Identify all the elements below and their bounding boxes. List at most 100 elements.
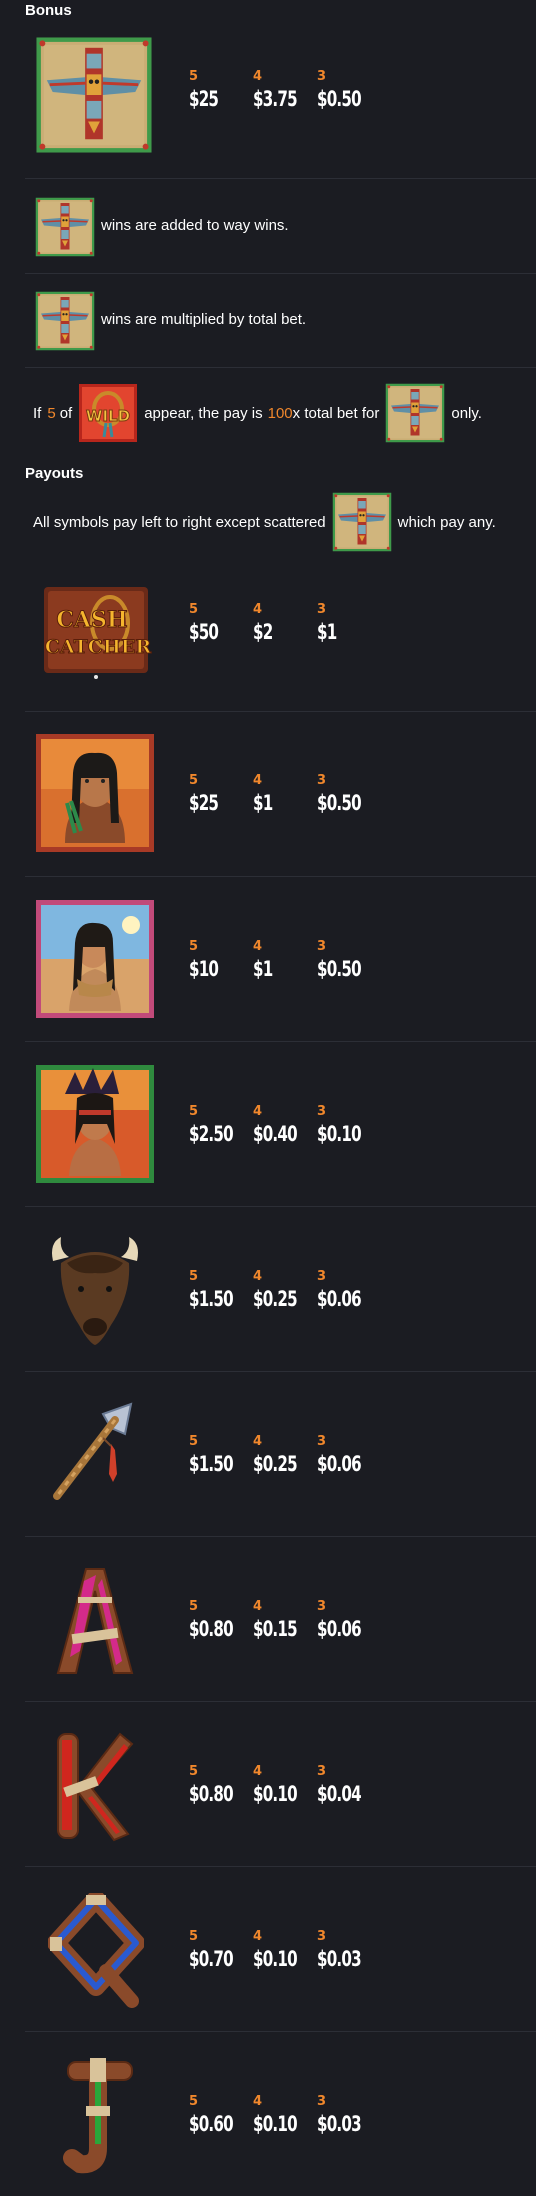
count-5: 5 (189, 939, 199, 954)
symbol-pays: 5 $0.80 4 $0.15 3 $0.06 (189, 1598, 381, 1642)
count-5: 5 (189, 1599, 199, 1614)
pay-3: $1 (317, 620, 337, 644)
symbol-pays: 5 $25 4 $1 3 $0.50 (189, 772, 381, 816)
logo-line2: CATCHER (45, 636, 152, 658)
letter-a-log-icon (56, 1568, 134, 1674)
rule-scatter-post: which pay any. (397, 513, 496, 531)
pay-4: $1 (253, 957, 273, 981)
pay-5: $10 (189, 957, 219, 981)
count-3: 3 (317, 1764, 327, 1779)
count-4: 4 (253, 602, 263, 617)
symbol-pays: 5 $1.50 4 $0.25 3 $0.06 (189, 1268, 381, 1312)
count-5: 5 (189, 1434, 199, 1449)
symbol-pays: 5 $10 4 $1 3 $0.50 (189, 938, 381, 982)
divider (25, 1701, 536, 1702)
bonus-paytable: 5 $25 4 $3.75 3 $0.50 (189, 68, 381, 112)
count-4: 4 (253, 939, 263, 954)
count-4: 4 (253, 773, 263, 788)
divider (25, 1041, 536, 1042)
paytable-row-warrior: 5 $2.50 4 $0.40 3 $0.10 (0, 1060, 536, 1220)
count-3: 3 (317, 939, 327, 954)
pay-5: $25 (189, 791, 219, 815)
logo-line1: CASH (56, 607, 127, 633)
count-3: 3 (317, 1434, 327, 1449)
count-5: 5 (189, 1269, 199, 1284)
rule-five-post: x total bet for (292, 404, 380, 422)
pay-4: $0.10 (253, 1947, 298, 1971)
pay-4: $0.15 (253, 1617, 298, 1641)
pay-4: $0.10 (253, 2112, 298, 2136)
count-4: 4 (253, 1434, 263, 1449)
count-3: 3 (317, 602, 327, 617)
paytable-row-tomahawk: 5 $1.50 4 $0.25 3 $0.06 (0, 1390, 536, 1550)
rule-five-mid: appear, the pay is (144, 404, 263, 422)
rule-five-pre: If (33, 404, 42, 422)
pay-4: $0.40 (253, 1122, 298, 1146)
divider (25, 1371, 536, 1372)
divider (25, 1536, 536, 1537)
pay-4: $1 (253, 791, 273, 815)
pay-4: $0.25 (253, 1452, 298, 1476)
chief-portrait-icon (36, 734, 154, 852)
pay-5: $1.50 (189, 1452, 234, 1476)
warrior-portrait-icon (36, 1065, 154, 1183)
count-3: 3 (317, 773, 327, 788)
count-3: 3 (317, 1269, 327, 1284)
paytable-row-letter-q: 5 $0.70 4 $0.10 3 $0.03 (0, 1885, 536, 2045)
pay-5: $0.70 (189, 1947, 234, 1971)
symbol-pays: 5 $0.70 4 $0.10 3 $0.03 (189, 1928, 381, 1972)
divider (25, 876, 536, 877)
rule-five-wild: If 5 of WILD appear, the pay is 100 x to… (33, 383, 482, 443)
letter-k-log-icon (57, 1732, 134, 1842)
divider (25, 1866, 536, 1867)
bonus-pay-3: $0.50 (317, 87, 362, 111)
rule-five-end: only. (451, 404, 482, 422)
count-4: 4 (253, 1764, 263, 1779)
letter-j-log-icon (63, 2058, 133, 2174)
divider (25, 178, 536, 179)
totem-bonus-icon (35, 291, 95, 351)
count-4: 4 (253, 1269, 263, 1284)
totem-bonus-icon (385, 383, 445, 443)
rule-five-mult: 100 (267, 404, 293, 422)
wild-label: WILD (86, 407, 130, 425)
paytable-row-letter-k: 5 $0.80 4 $0.10 3 $0.04 (0, 1720, 536, 1880)
rule-five-num: 5 (47, 404, 56, 422)
paytable-row-buffalo: 5 $1.50 4 $0.25 3 $0.06 (0, 1225, 536, 1385)
pay-3: $0.06 (317, 1452, 362, 1476)
pay-3: $0.50 (317, 791, 362, 815)
pay-3: $0.06 (317, 1287, 362, 1311)
count-4: 4 (253, 1104, 263, 1119)
pay-5: $50 (189, 620, 219, 644)
count-5: 5 (189, 1929, 199, 1944)
pay-4: $2 (253, 620, 273, 644)
totem-bonus-icon (332, 492, 392, 552)
pay-3: $0.06 (317, 1617, 362, 1641)
wild-icon: WILD (79, 384, 138, 442)
pay-3: $0.03 (317, 1947, 362, 1971)
count-5: 5 (189, 602, 199, 617)
count-3: 3 (317, 1104, 327, 1119)
totem-bonus-icon (35, 197, 95, 257)
pay-3: $0.03 (317, 2112, 362, 2136)
count-3: 3 (317, 1599, 327, 1614)
symbol-pays: 5 $50 4 $2 3 $1 (189, 601, 381, 645)
paytable-row-maiden: 5 $10 4 $1 3 $0.50 (0, 895, 536, 1055)
rule-scatter: All symbols pay left to right except sca… (33, 492, 496, 552)
symbol-pays: 5 $1.50 4 $0.25 3 $0.06 (189, 1433, 381, 1477)
rule-five-of: of (59, 404, 73, 422)
paytable-row-letter-a: 5 $0.80 4 $0.15 3 $0.06 (0, 1555, 536, 1715)
count-4: 4 (253, 1599, 263, 1614)
pay-5: $0.60 (189, 2112, 234, 2136)
buffalo-icon (52, 1237, 138, 1345)
count-3: 3 (317, 1929, 327, 1944)
count-3: 3 (317, 69, 327, 84)
paytable-row-cash-catcher: CASH CATCHER 5 $50 4 $2 3 $1 (0, 565, 536, 730)
divider (25, 273, 536, 274)
pay-5: $0.80 (189, 1782, 234, 1806)
pay-3: $0.50 (317, 957, 362, 981)
pay-5: $1.50 (189, 1287, 234, 1311)
symbol-pays: 5 $2.50 4 $0.40 3 $0.10 (189, 1103, 381, 1147)
pay-3: $0.04 (317, 1782, 362, 1806)
payouts-heading: Payouts (25, 465, 84, 482)
